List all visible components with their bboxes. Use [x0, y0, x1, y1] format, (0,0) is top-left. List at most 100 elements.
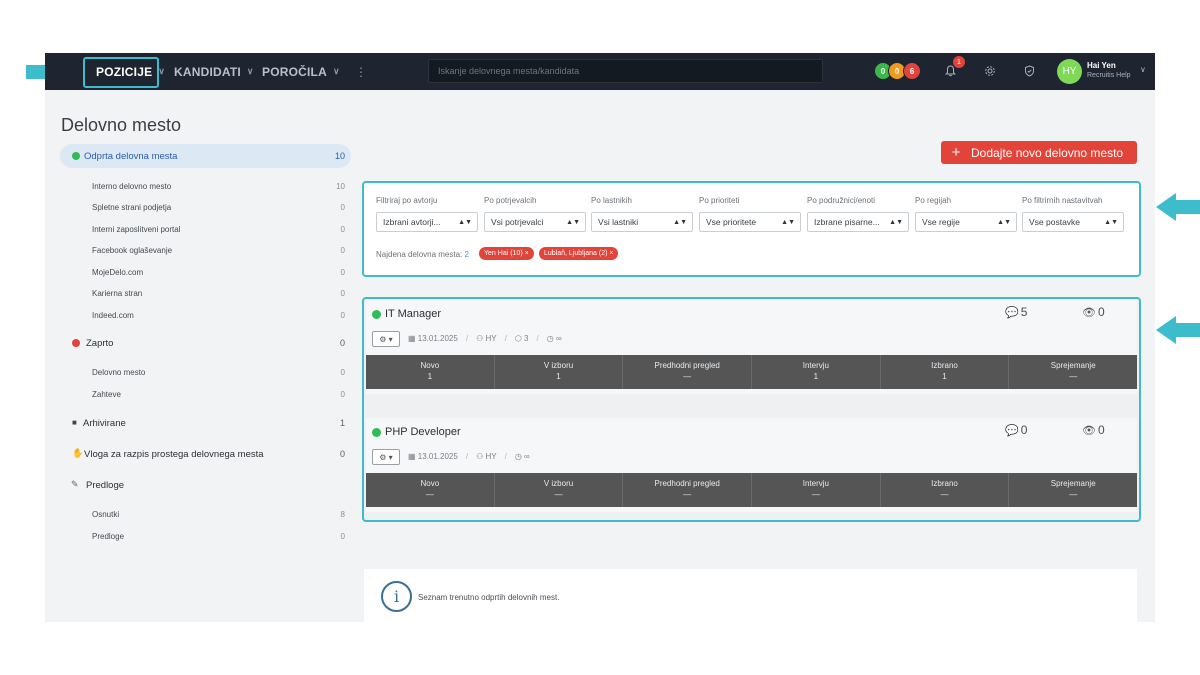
nav-tab-porocila[interactable]: POROČILA ∨	[262, 53, 340, 90]
pipeline-stage[interactable]: Sprejemanje —	[1009, 473, 1137, 507]
nav-tab-kandidati[interactable]: KANDIDATI ∨	[174, 53, 254, 90]
sidebar-item-label: Odprta delovna mesta	[84, 150, 178, 162]
calendar-icon: ▦	[408, 334, 418, 343]
filter-author-select[interactable]: Izbrani avtorji... ▲▼	[376, 212, 478, 232]
sidebar-subitem[interactable]: Predloge 0	[45, 531, 355, 541]
filter-value: Izbrani avtorji...	[383, 217, 441, 227]
global-search-input[interactable]: Iskanje delovnega mesta/kandidata	[428, 59, 823, 83]
sort-arrows-icon: ▲▼	[889, 218, 903, 226]
chevron-down-icon[interactable]: ∨	[1140, 65, 1146, 74]
stage-name: Novo	[420, 479, 440, 488]
sidebar-subitem[interactable]: Interno delovno mesto 10	[45, 181, 355, 191]
sidebar-subitem[interactable]: Zahteve 0	[45, 389, 355, 399]
filter-region: Po regijah Vse regije ▲▼	[915, 196, 1017, 232]
job-settings-button[interactable]: ⚙ ▾	[372, 331, 400, 347]
sidebar-subitem[interactable]: Delovno mesto 0	[45, 367, 355, 377]
filter-owners-select[interactable]: Vsi lastniki ▲▼	[591, 212, 693, 232]
user-name[interactable]: Hai Yen	[1087, 61, 1116, 70]
sidebar-item-templates[interactable]: ✎ Predloge	[45, 479, 355, 491]
info-box: i Seznam trenutno odprtih delovnih mest.	[364, 569, 1137, 622]
nav-tab-pozicije[interactable]: POZICIJE ∨	[96, 53, 165, 90]
shield-icon[interactable]	[1021, 63, 1037, 79]
job-title[interactable]: PHP Developer	[385, 426, 461, 438]
user-subtitle: Recruitis Help	[1087, 72, 1131, 79]
filter-owners: Po lastnikih Vsi lastniki ▲▼	[591, 196, 693, 232]
gear-icon[interactable]	[982, 63, 998, 79]
meta-separator: /	[504, 452, 507, 461]
sidebar-item-label: Arhivirane	[83, 417, 126, 429]
chevron-down-icon: ∨	[332, 66, 340, 76]
sidebar-item-archived[interactable]: ■ Arhivirane 1	[45, 417, 355, 429]
hand-icon: ✋	[72, 448, 84, 458]
filter-settings-select[interactable]: Vse postavke ▲▼	[1022, 212, 1124, 232]
pipeline-stage[interactable]: Intervju —	[752, 473, 881, 507]
job-card[interactable]: PHP Developer 💬 0 👁 0 ⚙ ▾ ▦ 13.01.2025 / ⚇…	[366, 418, 1137, 512]
filter-priority-select[interactable]: Vse prioritete ▲▼	[699, 212, 801, 232]
sidebar-item-closed[interactable]: Zaprto 0	[45, 337, 355, 349]
sidebar-subitem[interactable]: Interni zaposlitveni portal 0	[45, 224, 355, 234]
sidebar-item-count: 10	[334, 151, 345, 161]
sidebar-subitem[interactable]: Facebook oglaševanje 0	[45, 245, 355, 255]
job-settings-button[interactable]: ⚙ ▾	[372, 449, 400, 465]
sidebar-item-open-positions[interactable]: Odprta delovna mesta 10	[45, 150, 355, 162]
filter-branch-select[interactable]: Izbrane pisarne... ▲▼	[807, 212, 909, 232]
add-position-button[interactable]: + Dodajte novo delovno mesto	[941, 141, 1137, 164]
status-pill-red[interactable]: 6	[903, 62, 921, 80]
sidebar-subitem-label: Spletne strani podjetja	[92, 202, 172, 212]
found-label: Najdena delovna mesta:	[376, 250, 463, 259]
filter-value: Vse prioritete	[706, 217, 757, 227]
annotation-arrow-filters	[1156, 193, 1200, 221]
stage-value: 1	[427, 372, 433, 381]
pipeline-stage[interactable]: Izbrano 1	[881, 355, 1010, 389]
more-menu-icon[interactable]: ⋮	[355, 53, 367, 90]
sidebar-subitem-label: MojeDelo.com	[92, 267, 144, 277]
nav-tab-label: POROČILA	[262, 64, 327, 79]
sidebar-subitem[interactable]: MojeDelo.com 0	[45, 267, 355, 277]
job-list: IT Manager 💬 5 👁 0 ⚙ ▾ ▦ 13.01.2025 / ⚇ HY…	[362, 297, 1141, 522]
views-count[interactable]: 👁 0	[1082, 305, 1105, 319]
pipeline-stage[interactable]: Predhodni pregled —	[623, 355, 753, 389]
pipeline-stage[interactable]: Novo 1	[366, 355, 495, 389]
eye-icon: 👁	[1082, 424, 1096, 437]
pipeline-stage[interactable]: Sprejemanje —	[1009, 355, 1137, 389]
pipeline-stage[interactable]: Izbrano —	[881, 473, 1010, 507]
sidebar-item-label: Zaprto	[86, 337, 114, 349]
pipeline-stage[interactable]: Intervju 1	[752, 355, 881, 389]
sidebar-subitem[interactable]: Osnutki 8	[45, 509, 355, 519]
tag-icon: ⬡	[514, 334, 525, 343]
comments-count[interactable]: 💬 5	[1005, 305, 1027, 319]
chevron-down-icon: ∨	[246, 66, 254, 76]
sidebar-subitem-label: Interno delovno mesto	[92, 181, 172, 191]
views-count[interactable]: 👁 0	[1082, 423, 1105, 437]
sidebar-subitem[interactable]: Indeed.com 0	[45, 310, 355, 320]
pipeline-stage[interactable]: Predhodni pregled —	[623, 473, 753, 507]
filter-author: Filtriraj po avtorju Izbrani avtorji... ▲…	[376, 196, 478, 232]
stage-name: Izbrano	[931, 479, 958, 488]
sidebar-subitem-label: Interni zaposlitveni portal	[92, 224, 181, 234]
filter-tag-location[interactable]: Lublaň, Ljubljana (2) ×	[539, 247, 619, 260]
views-value: 0	[1097, 423, 1105, 437]
job-title[interactable]: IT Manager	[385, 308, 441, 320]
status-dot-green-icon	[372, 310, 381, 319]
sidebar-subitem-count: 0	[340, 367, 345, 377]
filter-tag-author[interactable]: Yen Hai (10) ×	[479, 247, 534, 260]
job-owner: HY	[485, 452, 497, 461]
pipeline-stage[interactable]: V izboru 1	[495, 355, 624, 389]
comments-value: 0	[1020, 423, 1028, 437]
job-card[interactable]: IT Manager 💬 5 👁 0 ⚙ ▾ ▦ 13.01.2025 / ⚇ HY…	[366, 300, 1137, 394]
comments-count[interactable]: 💬 0	[1005, 423, 1027, 437]
filter-region-select[interactable]: Vse regije ▲▼	[915, 212, 1017, 232]
sidebar-subitem[interactable]: Spletne strani podjetja 0	[45, 202, 355, 212]
pipeline-stage[interactable]: V izboru —	[495, 473, 624, 507]
top-navbar: POZICIJE ∨ KANDIDATI ∨ POROČILA ∨ ⋮ Iska…	[45, 53, 1155, 90]
filter-value: Vse postavke	[1029, 217, 1081, 227]
meta-separator: /	[465, 334, 469, 343]
pipeline-stage[interactable]: Novo —	[366, 473, 495, 507]
filter-approvers-select[interactable]: Vsi potrjevalci ▲▼	[484, 212, 586, 232]
sidebar-subitem[interactable]: Karierna stran 0	[45, 288, 355, 298]
sidebar-item-request[interactable]: ✋ Vloga za razpis prostega delovnega mes…	[45, 448, 355, 460]
avatar[interactable]: HY	[1057, 59, 1082, 84]
sort-arrows-icon: ▲▼	[673, 218, 687, 226]
app-window: POZICIJE ∨ KANDIDATI ∨ POROČILA ∨ ⋮ Iska…	[45, 53, 1155, 622]
stage-name: Predhodni pregled	[654, 361, 720, 370]
